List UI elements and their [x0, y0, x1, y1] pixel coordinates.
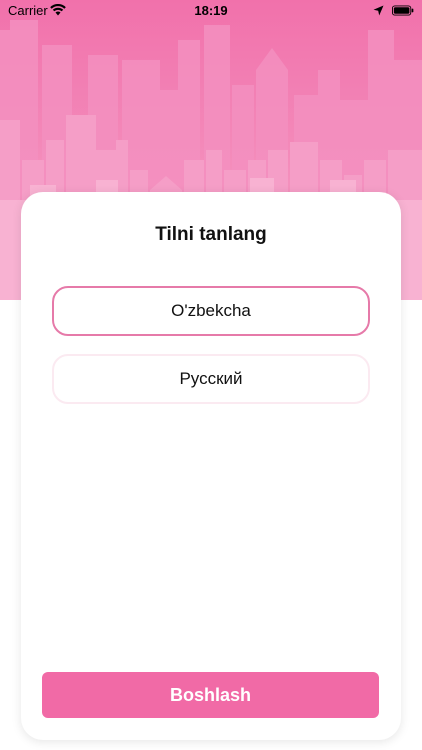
status-time: 18:19 [194, 3, 228, 18]
location-icon [373, 5, 384, 16]
language-option-label: O'zbekcha [171, 301, 251, 320]
language-option-label: Русский [179, 369, 243, 388]
language-option-russian[interactable]: Русский [52, 354, 370, 404]
status-bar: Carrier 18:19 [0, 0, 422, 22]
start-button[interactable]: Boshlash [42, 672, 379, 718]
battery-icon [392, 5, 414, 16]
language-option-uzbek[interactable]: O'zbekcha [52, 286, 370, 336]
language-card: Tilni tanlang O'zbekcha Русский Boshlash [21, 192, 401, 740]
page-title: Tilni tanlang [155, 224, 267, 245]
